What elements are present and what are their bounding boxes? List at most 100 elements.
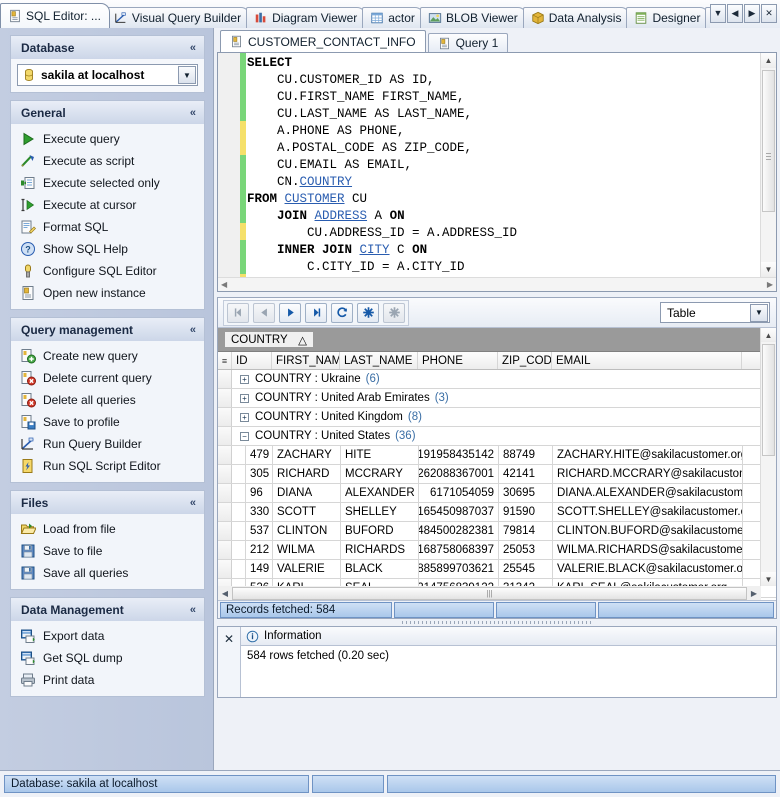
sidebar-item-save-all-queries[interactable]: Save all queries bbox=[11, 562, 204, 584]
sql-editor[interactable]: SELECT CU.CUSTOMER_ID AS ID, CU.FIRST_NA… bbox=[217, 52, 777, 292]
sidebar-item-export-data[interactable]: Export data bbox=[11, 625, 204, 647]
next-record-button[interactable] bbox=[279, 302, 301, 323]
collapse-chevron-icon[interactable]: « bbox=[190, 42, 196, 54]
document-tab-query-1[interactable]: Query 1 bbox=[427, 33, 509, 52]
main-tab-sq[interactable]: SQ bbox=[705, 7, 710, 28]
tab-prev[interactable]: ◀ bbox=[727, 3, 743, 23]
chevron-down-icon[interactable]: ▼ bbox=[178, 66, 196, 84]
table-row[interactable]: 537 CLINTON BUFORD 484500282381 79814 CLINTON… bbox=[218, 522, 776, 541]
sidebar-item-run-query-builder[interactable]: Run Query Builder bbox=[11, 433, 204, 455]
sql-code-text[interactable]: SELECT CU.CUSTOMER_ID AS ID, CU.FIRST_NA… bbox=[247, 55, 761, 277]
column-header-phone[interactable]: PHONE bbox=[418, 352, 498, 369]
group-row[interactable]: + COUNTRY : United Arab Emirates (3) bbox=[218, 389, 776, 408]
main-tab-diagram-viewer[interactable]: Diagram Viewer bbox=[246, 7, 367, 28]
sidebar-item-print-data[interactable]: Print data bbox=[11, 669, 204, 691]
main-tab-designer[interactable]: Designer bbox=[626, 7, 710, 28]
sidebar-item-execute-query[interactable]: Execute query bbox=[11, 128, 204, 150]
scroll-thumb[interactable] bbox=[762, 70, 775, 212]
next-icon bbox=[287, 308, 294, 317]
document-tab-customer-contact-info[interactable]: CUSTOMER_CONTACT_INFO bbox=[220, 30, 426, 52]
editor-horizontal-scrollbar[interactable]: ◀ ▶ bbox=[218, 277, 776, 291]
grid-scroll-up-arrow[interactable]: ▲ bbox=[761, 328, 776, 342]
collapse-group-icon[interactable]: − bbox=[240, 431, 249, 441]
scroll-up-arrow[interactable]: ▲ bbox=[761, 53, 776, 68]
column-header-id[interactable]: ID bbox=[232, 352, 272, 369]
table-row[interactable]: 96 DIANA ALEXANDER 6171054059 30695 DIANA.ALE… bbox=[218, 484, 776, 503]
last-record-button[interactable] bbox=[305, 302, 327, 323]
results-grid[interactable]: COUNTRY △ ≡IDFIRST_NAMELAST_NAMEPHONEZIP… bbox=[218, 328, 776, 600]
sidebar-item-execute-at-cursor[interactable]: Execute at cursor bbox=[11, 194, 204, 216]
hscroll-left-arrow[interactable]: ◀ bbox=[221, 280, 227, 289]
column-header-zip_code[interactable]: ZIP_CODE bbox=[498, 352, 552, 369]
sidebar-item-delete-current-query[interactable]: Delete current query bbox=[11, 367, 204, 389]
scroll-down-arrow[interactable]: ▼ bbox=[761, 262, 776, 277]
sidebar-item-save-to-file[interactable]: Save to file bbox=[11, 540, 204, 562]
collapse-chevron-icon[interactable]: « bbox=[190, 107, 196, 119]
main-tab-sql-editor[interactable]: SQL Editor: ... bbox=[0, 3, 110, 28]
sidebar-item-delete-all-queries[interactable]: Delete all queries bbox=[11, 389, 204, 411]
grid-hscroll-left-arrow[interactable]: ◀ bbox=[218, 587, 232, 600]
sidebar-item-format-sql[interactable]: Format SQL bbox=[11, 216, 204, 238]
view-mode-combo[interactable]: Table ▼ bbox=[660, 302, 770, 323]
grid-hscroll-right-arrow[interactable]: ▶ bbox=[747, 587, 761, 600]
table-row[interactable]: 212 WILMA RICHARDS 168758068397 25053 WILMA.R… bbox=[218, 541, 776, 560]
main-tab-visual-query-builder[interactable]: Visual Query Builder bbox=[105, 7, 251, 28]
tab-next[interactable]: ▶ bbox=[744, 3, 760, 23]
column-header-last_name[interactable]: LAST_NAME bbox=[340, 352, 418, 369]
sidebar-item-show-sql-help[interactable]: ? Show SQL Help bbox=[11, 238, 204, 260]
fetch-all-button[interactable] bbox=[357, 302, 379, 323]
panel-header-files[interactable]: Files « bbox=[10, 490, 205, 514]
database-combo[interactable]: sakila at localhost ▼ bbox=[17, 64, 198, 86]
cell-first_name: RICHARD bbox=[273, 465, 341, 483]
grid-scroll-thumb[interactable] bbox=[762, 344, 775, 456]
sidebar-item-execute-as-script[interactable]: Execute as script bbox=[11, 150, 204, 172]
tab-list-dropdown[interactable]: ▼ bbox=[710, 3, 726, 23]
chevron-down-icon[interactable]: ▼ bbox=[750, 303, 768, 322]
sidebar-item-open-new-instance[interactable]: Open new instance bbox=[11, 282, 204, 304]
expand-group-icon[interactable]: + bbox=[240, 374, 249, 384]
main-tab-data-analysis[interactable]: Data Analysis bbox=[522, 7, 631, 28]
table-row[interactable]: 305 RICHARD MCCRARY 262088367001 42141 RICHAR… bbox=[218, 465, 776, 484]
panel-header-database[interactable]: Database « bbox=[10, 35, 205, 59]
group-by-bar[interactable]: COUNTRY △ bbox=[218, 328, 776, 352]
group-by-chip[interactable]: COUNTRY △ bbox=[224, 331, 314, 348]
sidebar-item-run-sql-script-editor[interactable]: Run SQL Script Editor bbox=[11, 455, 204, 477]
sidebar-item-get-sql-dump[interactable]: Get SQL dump bbox=[11, 647, 204, 669]
expand-group-icon[interactable]: + bbox=[240, 393, 249, 403]
column-header-email[interactable]: EMAIL bbox=[552, 352, 742, 369]
sort-asc-icon[interactable]: △ bbox=[298, 333, 307, 347]
panel-splitter[interactable] bbox=[217, 619, 777, 626]
close-icon[interactable]: ✕ bbox=[218, 627, 241, 697]
grid-hscroll-thumb[interactable]: ||| bbox=[232, 586, 747, 600]
grid-horizontal-scrollbar[interactable]: ◀ ||| ▶ bbox=[218, 586, 761, 600]
grid-vertical-scrollbar[interactable]: ▲ ▼ bbox=[760, 328, 776, 586]
table-row[interactable]: 330 SCOTT SHELLEY 165450987037 91590 SCOTT.SH… bbox=[218, 503, 776, 522]
hscroll-right-arrow[interactable]: ▶ bbox=[767, 280, 773, 289]
group-row[interactable]: + COUNTRY : Ukraine (6) bbox=[218, 370, 776, 389]
fetch-all-icon bbox=[362, 307, 374, 318]
collapse-chevron-icon[interactable]: « bbox=[190, 497, 196, 509]
sidebar-item-save-to-profile[interactable]: Save to profile bbox=[11, 411, 204, 433]
sidebar-item-execute-selected-only[interactable]: Execute selected only bbox=[11, 172, 204, 194]
group-row[interactable]: − COUNTRY : United States (36) bbox=[218, 427, 776, 446]
column-header-first_name[interactable]: FIRST_NAME bbox=[272, 352, 340, 369]
sidebar-item-create-new-query[interactable]: Create new query bbox=[11, 345, 204, 367]
grid-hscroll-track[interactable]: ||| bbox=[232, 586, 747, 600]
tab-close[interactable]: ✕ bbox=[761, 3, 777, 23]
panel-header-query-management[interactable]: Query management « bbox=[10, 317, 205, 341]
main-tab-blob-viewer[interactable]: BLOB Viewer bbox=[419, 7, 527, 28]
expand-group-icon[interactable]: + bbox=[240, 412, 249, 422]
panel-header-general[interactable]: General « bbox=[10, 100, 205, 124]
grid-scroll-down-arrow[interactable]: ▼ bbox=[761, 572, 776, 586]
sidebar-item-configure-sql-editor[interactable]: Configure SQL Editor bbox=[11, 260, 204, 282]
collapse-chevron-icon[interactable]: « bbox=[190, 604, 196, 616]
panel-header-data-management[interactable]: Data Management « bbox=[10, 597, 205, 621]
refresh-button[interactable] bbox=[331, 302, 353, 323]
sidebar-item-load-from-file[interactable]: Load from file bbox=[11, 518, 204, 540]
main-tab-actor[interactable]: actor bbox=[362, 7, 424, 28]
collapse-chevron-icon[interactable]: « bbox=[190, 324, 196, 336]
table-row[interactable]: 149 VALERIE BLACK 885899703621 25545 VALERIE.… bbox=[218, 560, 776, 579]
table-row[interactable]: 479 ZACHARY HITE 191958435142 88749 ZACHARY.H… bbox=[218, 446, 776, 465]
editor-vertical-scrollbar[interactable]: ▲ ▼ bbox=[760, 53, 776, 277]
group-row[interactable]: + COUNTRY : United Kingdom (8) bbox=[218, 408, 776, 427]
